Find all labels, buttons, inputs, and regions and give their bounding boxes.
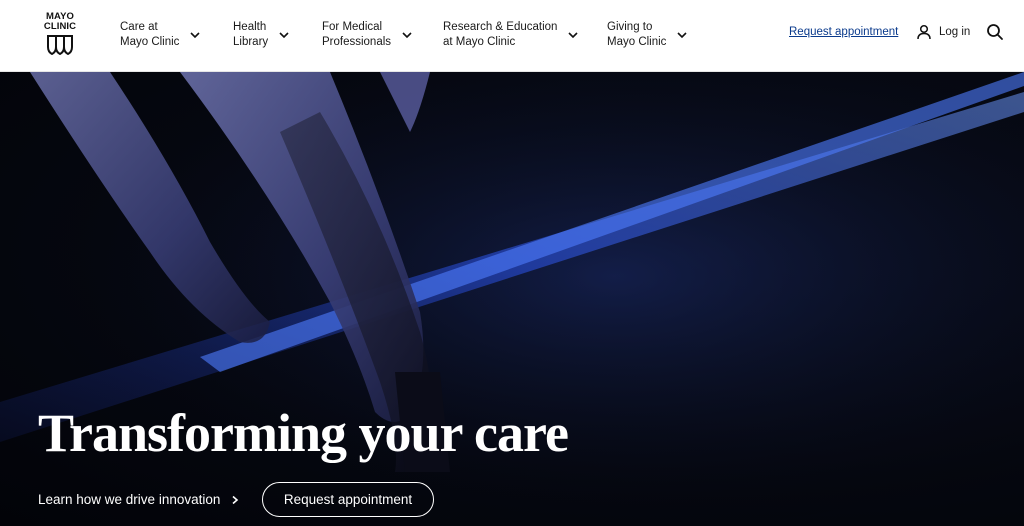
learn-link-label: Learn how we drive innovation (38, 492, 221, 507)
nav-for-medical-professionals[interactable]: For Medical Professionals (322, 18, 413, 52)
request-appointment-button[interactable]: Request appointment (262, 482, 434, 517)
nav-health-library[interactable]: Health Library (233, 18, 290, 52)
nav-label: Care at Mayo Clinic (120, 21, 180, 48)
search-icon (987, 24, 1003, 40)
chevron-down-icon (279, 32, 289, 39)
search-button[interactable] (985, 22, 1005, 42)
nav-research-education[interactable]: Research & Education at Mayo Clinic (443, 18, 579, 52)
login-label: Log in (939, 26, 971, 38)
chevron-down-icon (568, 32, 579, 39)
chevron-down-icon (677, 32, 688, 39)
site-header: MAYO CLINIC Care at Mayo Clinic Health L… (0, 0, 1024, 72)
chevron-down-icon (402, 32, 412, 39)
nav-label: For Medical Professionals (322, 21, 392, 48)
nav-label: Research & Education at Mayo Clinic (443, 21, 558, 48)
nav-giving-to-mayo-clinic[interactable]: Giving to Mayo Clinic (607, 18, 688, 52)
logo-line2: CLINIC (43, 20, 77, 32)
hero-banner: Transforming your care Learn how we driv… (0, 72, 1024, 526)
nav-label: Health Library (233, 21, 269, 48)
mayo-clinic-logo[interactable]: MAYO CLINIC (40, 12, 80, 56)
request-appointment-link[interactable]: Request appointment (789, 26, 898, 38)
hero-title: Transforming your care (38, 403, 569, 463)
nav-label: Giving to Mayo Clinic (607, 21, 667, 48)
user-icon (917, 24, 931, 40)
login-button[interactable]: Log in (916, 24, 970, 40)
nav-care-at-mayo-clinic[interactable]: Care at Mayo Clinic (120, 18, 201, 52)
chevron-right-icon (232, 495, 239, 504)
chevron-down-icon (190, 32, 201, 39)
learn-innovation-link[interactable]: Learn how we drive innovation (38, 492, 240, 507)
shield-logo-icon (47, 35, 73, 55)
